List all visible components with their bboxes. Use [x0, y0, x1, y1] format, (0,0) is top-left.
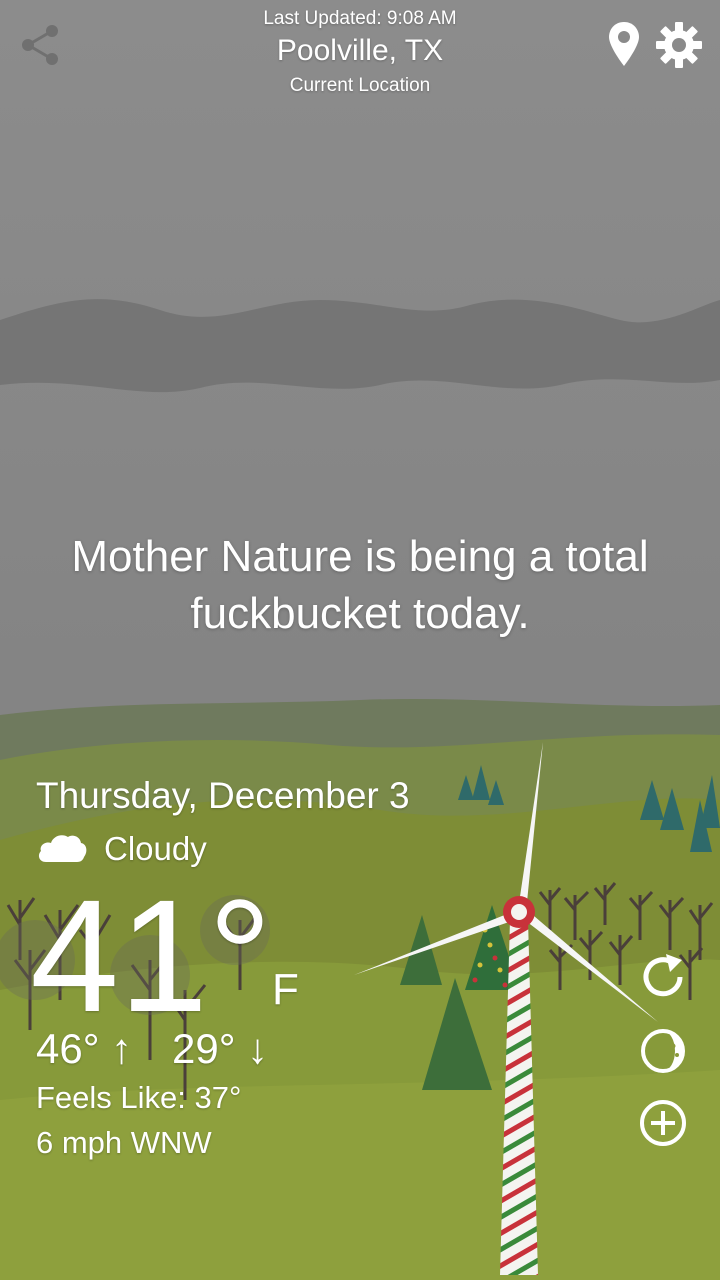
condition-label: Cloudy — [104, 830, 207, 867]
wind-info: 6 mph WNW — [36, 1125, 212, 1160]
cloud-icon — [36, 830, 88, 866]
gear-icon[interactable] — [654, 20, 704, 70]
add-location-icon[interactable] — [636, 1096, 690, 1150]
temperature-unit: F — [272, 965, 299, 1014]
high-temp: 46° ↑ — [36, 1025, 133, 1072]
refresh-icon[interactable] — [636, 950, 690, 1004]
location-note: Current Location — [289, 75, 431, 96]
low-temp: 29° ↓ — [172, 1025, 269, 1072]
temperature-value: 41° — [30, 866, 272, 1045]
weather-message: Mother Nature is being a total fuckbucke… — [71, 532, 649, 638]
date-label: Thursday, December 3 — [36, 775, 410, 816]
moon-phase-icon[interactable] — [636, 1024, 690, 1078]
location-pin-icon[interactable] — [606, 20, 642, 68]
feels-like: Feels Like: 37° — [36, 1080, 242, 1115]
